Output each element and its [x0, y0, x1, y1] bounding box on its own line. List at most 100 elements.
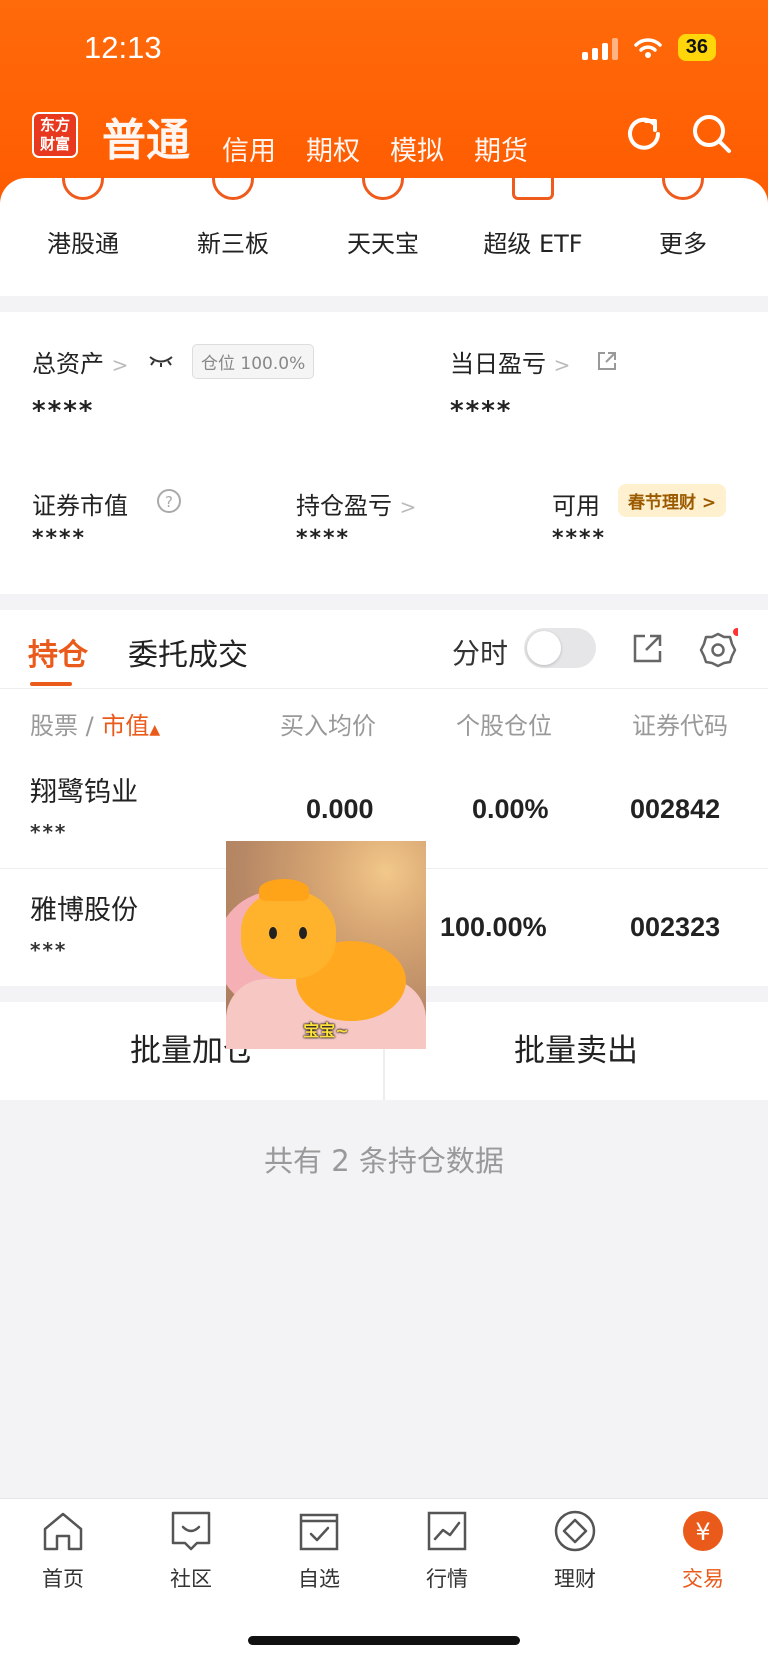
wealth-icon [554, 1510, 596, 1552]
shortcut-label: 天天宝 [347, 230, 419, 258]
tab-label: 社区 [170, 1567, 212, 1591]
more-icon [660, 178, 706, 204]
stock-name: 雅博股份 [30, 895, 138, 926]
external-link-icon[interactable] [596, 350, 618, 372]
stock-code: 002842 [630, 794, 721, 824]
tab-positions[interactable]: 持仓 [28, 630, 88, 674]
search-icon[interactable] [690, 112, 734, 156]
total-assets-value: **** [32, 396, 95, 426]
avg-price: 0.000 [306, 794, 374, 824]
tab-label: 首页 [42, 1567, 84, 1591]
shortcut-panel: 港股通 新三板 天天宝 超级 ETF 更多 [0, 178, 768, 296]
tab-futures[interactable]: 期货 [474, 129, 528, 170]
position-pct: 100.00% [440, 912, 547, 942]
market-value-text: 证券市值 [32, 492, 128, 520]
col-header-stock[interactable]: 股票 / 市值▲ [30, 706, 160, 741]
share-icon[interactable] [632, 632, 664, 664]
etf-icon [510, 178, 556, 204]
logo-text: 东方 财富 [39, 116, 70, 153]
app-logo[interactable]: 东方 财富 [32, 112, 78, 158]
tab-watchlist[interactable]: 自选 [269, 1509, 369, 1593]
toggle-knob [527, 631, 561, 665]
daily-pl-value: **** [450, 396, 513, 426]
tab-options[interactable]: 期权 [306, 129, 360, 170]
shortcut-hk-connect[interactable]: 港股通 [8, 178, 158, 259]
available-value: **** [552, 526, 607, 551]
total-assets-label[interactable]: 总资产 > [32, 344, 128, 379]
tab-market[interactable]: 行情 [397, 1509, 497, 1593]
home-icon [43, 1512, 83, 1551]
daily-pl-text: 当日盈亏 [450, 350, 546, 378]
signal-icon [581, 36, 618, 60]
chevron-right-icon: > [696, 493, 717, 513]
refresh-icon[interactable] [622, 112, 666, 156]
hk-icon [60, 178, 106, 204]
holding-pl-label[interactable]: 持仓盈亏 > [296, 486, 416, 521]
tab-label: 交易 [682, 1567, 724, 1591]
col-stock-text: 股票 [30, 712, 78, 740]
sort-icon: ▲ [149, 722, 161, 738]
sticker-caption: 宝宝~ [303, 1021, 349, 1040]
stock-name: 翔鹭钨业 [30, 777, 138, 808]
watchlist-icon [299, 1513, 339, 1551]
piggy-bank-icon [360, 178, 406, 204]
shortcut-tiantianbao[interactable]: 天天宝 [308, 178, 458, 259]
tab-label: 理财 [554, 1567, 596, 1591]
position-ratio-badge: 仓位 100.0% [192, 344, 315, 379]
shortcut-label: 新三板 [197, 230, 269, 258]
tab-home[interactable]: 首页 [13, 1509, 113, 1593]
shortcut-more[interactable]: 更多 [608, 178, 758, 259]
market-value-value: **** [32, 526, 87, 551]
shortcut-super-etf[interactable]: 超级 ETF [458, 178, 608, 259]
svg-text:¥: ¥ [695, 1518, 710, 1546]
promo-text: 春节理财 [628, 493, 696, 513]
shortcut-label: 港股通 [47, 230, 119, 258]
col-header-position[interactable]: 个股仓位 [456, 706, 552, 741]
tab-label: 自选 [298, 1567, 340, 1591]
timeshare-toggle[interactable] [524, 628, 596, 668]
status-icons: 36 [581, 34, 716, 61]
holding-pl-value: **** [296, 526, 351, 551]
batch-sell-button[interactable]: 批量卖出 [384, 1002, 768, 1100]
tab-normal[interactable]: 普通 [102, 104, 190, 170]
promo-badge[interactable]: 春节理财 > [618, 484, 727, 517]
sticker-image[interactable]: 宝宝~ [226, 841, 426, 1049]
market-icon [427, 1511, 467, 1551]
community-icon [171, 1511, 211, 1551]
holding-pl-text: 持仓盈亏 [296, 492, 392, 520]
home-indicator [248, 1636, 520, 1645]
available-label: 可用 [552, 492, 600, 520]
help-icon[interactable]: ? [156, 488, 182, 514]
battery-indicator: 36 [677, 34, 716, 61]
tab-credit[interactable]: 信用 [222, 129, 276, 170]
shortcut-label: 更多 [659, 230, 707, 258]
tab-simulation[interactable]: 模拟 [390, 129, 444, 170]
market-value-label: 证券市值 [32, 486, 128, 521]
stock-code: 002323 [630, 912, 721, 942]
eye-closed-icon[interactable] [148, 354, 174, 368]
timeshare-label: 分时 [452, 637, 509, 670]
tab-community[interactable]: 社区 [141, 1509, 241, 1593]
col-header-code[interactable]: 证券代码 [632, 706, 728, 741]
stock-mask: *** [30, 820, 68, 844]
stock-mask: *** [30, 938, 68, 962]
shortcut-neeq[interactable]: 新三板 [158, 178, 308, 259]
tab-trade[interactable]: ¥ 交易 [653, 1509, 753, 1593]
chevron-right-icon: > [553, 353, 571, 377]
col-market-value-text: 市值 [101, 712, 150, 740]
daily-pl-label[interactable]: 当日盈亏 > [450, 344, 570, 379]
settings-icon[interactable] [698, 628, 738, 668]
total-assets-text: 总资产 [32, 350, 104, 378]
position-pct: 0.00% [472, 794, 549, 824]
holdings-count-text: 共有 2 条持仓数据 [264, 1144, 504, 1178]
tab-label: 行情 [426, 1567, 468, 1591]
chevron-right-icon: > [399, 495, 417, 519]
asset-summary: 总资产 > 仓位 100.0% **** 当日盈亏 > **** 证券市值 ? … [0, 312, 768, 594]
chevron-right-icon: > [111, 353, 129, 377]
shortcut-label: 超级 ETF [483, 230, 583, 258]
col-header-avg-price[interactable]: 买入均价 [280, 706, 376, 741]
tab-orders[interactable]: 委托成交 [128, 630, 248, 674]
tab-wealth[interactable]: 理财 [525, 1509, 625, 1593]
status-time: 12:13 [84, 30, 162, 65]
account-mode-tabs: 普通 信用 期权 模拟 期货 [102, 104, 558, 170]
